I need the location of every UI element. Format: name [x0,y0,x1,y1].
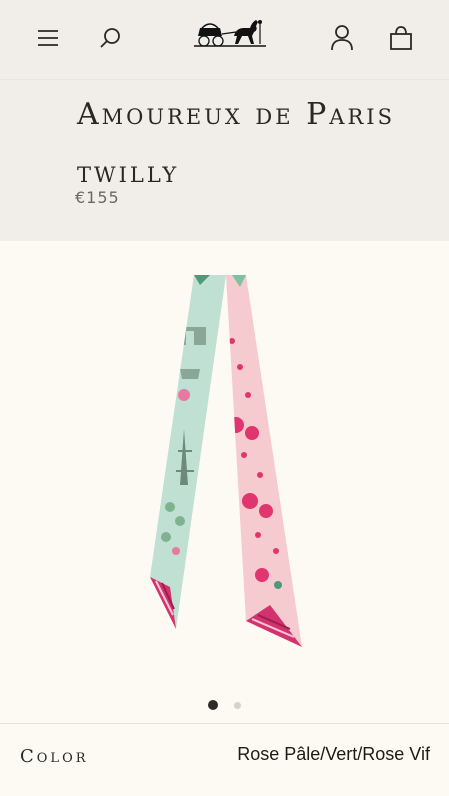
carousel-dot[interactable] [234,701,241,709]
carousel-dot-active[interactable] [208,700,218,710]
search-icon[interactable] [96,24,124,52]
product-price: €155 [75,188,120,207]
product-title-block: Amoureux de Paris twilly €155 [0,80,449,241]
user-account-icon[interactable] [327,22,357,54]
top-navigation-bar [0,0,449,80]
scarf-product-image[interactable] [140,275,320,659]
color-value: Rose Pâle/Vert/Rose Vif [237,744,430,764]
shopping-bag-icon[interactable] [386,22,416,54]
scarf-right-band [226,275,302,647]
product-name: Amoureux de Paris twilly [77,97,395,190]
color-selector[interactable]: Color Rose Pâle/Vert/Rose Vif [0,723,449,796]
color-label: Color [20,746,89,767]
hamburger-menu-icon[interactable] [34,24,62,52]
horse-carriage-logo[interactable] [190,14,270,54]
product-image-gallery[interactable] [0,241,449,721]
carousel-pagination [0,699,449,711]
